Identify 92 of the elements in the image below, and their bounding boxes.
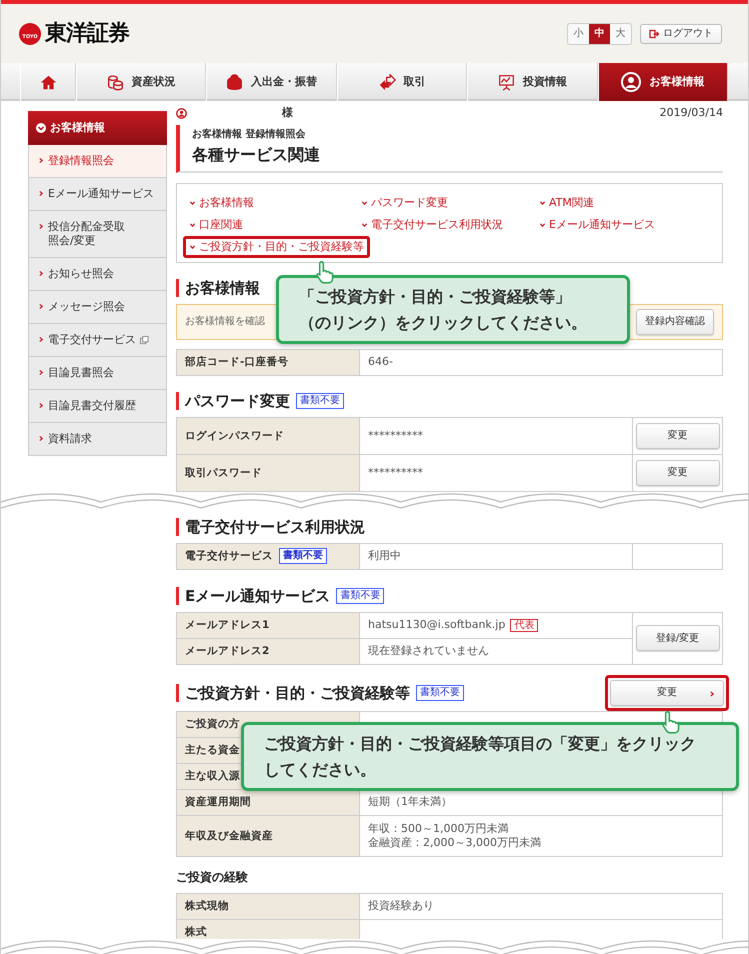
chevron-right-icon (38, 190, 44, 197)
anchor-link[interactable]: Eメール通知サービス (533, 214, 661, 236)
honorific-text: 様 (282, 105, 293, 121)
sidebar-item[interactable]: 登録情報照会 (28, 145, 167, 178)
value-cell: 利用中 (360, 543, 632, 569)
section-title: ご投資の経験 (176, 868, 248, 886)
date-text: 2019/03/14 (660, 105, 723, 121)
label-cell: 部店コード-口座番号 (176, 349, 360, 375)
value-cell: 投資経験あり (360, 893, 722, 919)
value-cell: 646- (360, 349, 722, 375)
representative-badge: 代表 (510, 618, 538, 632)
sidebar-item[interactable]: Eメール通知サービス (28, 178, 167, 211)
sidebar-item[interactable]: 資料請求 (28, 423, 167, 456)
sidebar-item[interactable]: 目論見書交付履歴 (28, 390, 167, 423)
page-title: 各種サービス関連 (192, 144, 321, 166)
anchor-link[interactable]: ATM関連 (533, 192, 600, 214)
coins-icon (106, 74, 124, 90)
anchor-link[interactable]: パスワード変更 (355, 192, 454, 214)
section-title: ご投資方針・目的・ご投資経験等 (176, 684, 410, 702)
value-cell: ********** (360, 454, 632, 491)
site-logo: 東洋証券 (45, 20, 129, 48)
home-icon (40, 74, 56, 90)
section-title: Eメール通知サービス (176, 586, 330, 604)
chevron-down-icon (189, 222, 196, 228)
notice-text: お客様情報を確認 (185, 314, 265, 329)
change-button[interactable]: 変更 (636, 422, 720, 448)
register-change-button[interactable]: 登録/変更 (636, 625, 720, 651)
cell-text: 年収：500～1,000万円未満 金融資産：2,000～3,000万円未満 (368, 822, 542, 850)
anchor-link[interactable]: 電子交付サービス利用状況 (355, 214, 509, 236)
cell-text: 電子交付サービス (185, 549, 273, 563)
nav-tab[interactable]: 投資情報 (467, 63, 598, 101)
confirm-button[interactable]: 登録内容確認 (636, 308, 714, 334)
label-cell: 年収及び金融資産 (176, 815, 360, 856)
sidebar-item[interactable]: 目論見書照会 (28, 357, 167, 390)
label-cell: メールアドレス2 (176, 638, 360, 664)
chevron-down-icon (36, 123, 46, 133)
label-cell: 資産運用期間 (176, 789, 360, 815)
callout-text: 「ご投資方針・目的・ご投資経験等」 （のリンク）をクリックしてください。 (299, 286, 588, 334)
chevron-right-icon (38, 157, 44, 164)
chevron-down-icon (189, 244, 196, 250)
nav-tab[interactable]: 取引 (336, 63, 468, 101)
document-tag: 書類不要 (416, 684, 464, 700)
chevron-down-icon (361, 200, 368, 206)
chevron-down-icon (539, 200, 546, 206)
cell-text: hatsu1130@i.softbank.jp (368, 618, 506, 630)
chevron-right-icon (38, 336, 44, 343)
exchange-arrows-icon (378, 74, 396, 90)
nav-tab[interactable] (20, 63, 76, 101)
font-size-button[interactable]: 小 (568, 24, 589, 44)
anchor-link[interactable]: ご投資方針・目的・ご投資経験等 (183, 236, 370, 258)
nav-tab[interactable]: 資産状況 (76, 63, 206, 101)
anchor-link[interactable]: お客様情報 (183, 192, 260, 214)
sidebar-item[interactable]: 投信分配金受取照会/変更 (28, 211, 167, 258)
chevron-down-icon (189, 200, 196, 206)
chevron-right-icon (38, 270, 44, 277)
purse-icon (226, 74, 244, 90)
section-title: お客様情報 (176, 278, 260, 296)
sidebar-item[interactable]: 電子交付サービス (28, 324, 167, 357)
chevron-down-icon (539, 222, 546, 228)
user-icon (621, 72, 642, 92)
font-size-button[interactable]: 大 (610, 24, 631, 44)
sidebar-title: お客様情報 (50, 120, 105, 136)
nav-tab[interactable]: お客様情報 (598, 63, 728, 101)
section-title: 電子交付サービス利用状況 (176, 518, 365, 536)
value-cell: ********** (360, 417, 632, 454)
chevron-right-icon (38, 435, 44, 442)
document-tag: 書類不要 (279, 548, 327, 564)
sidebar-item[interactable]: メッセージ照会 (28, 291, 167, 324)
sidebar-item[interactable]: お知らせ照会 (28, 258, 167, 291)
logout-button[interactable]: ログアウト (640, 24, 722, 44)
label-cell: メールアドレス1 (176, 612, 360, 638)
label-cell: 株式現物 (176, 893, 360, 919)
nav-tab[interactable]: 入出金・振替 (206, 63, 337, 101)
chevron-right-icon (38, 402, 44, 409)
chevron-down-icon (361, 222, 368, 228)
change-button[interactable]: 変更 (636, 460, 720, 486)
chevron-right-icon (709, 690, 715, 698)
label-cell: 取引パスワード (176, 454, 360, 491)
chevron-right-icon (38, 303, 44, 310)
breadcrumb-text: お客様情報 登録情報照会 (192, 128, 306, 142)
font-size-button[interactable]: 中 (589, 24, 610, 44)
logout-icon (649, 28, 659, 38)
section-title: パスワード変更 (176, 392, 290, 410)
presentation-board-icon (498, 74, 515, 90)
anchor-link[interactable]: 口座関連 (183, 214, 249, 236)
change-button[interactable]: 変更 (610, 680, 724, 706)
user-icon (176, 108, 187, 119)
chevron-right-icon (38, 223, 44, 230)
chevron-right-icon (38, 369, 44, 376)
label-cell: ログインパスワード (176, 417, 360, 454)
document-tag: 書類不要 (336, 588, 384, 604)
document-tag: 書類不要 (296, 392, 344, 408)
